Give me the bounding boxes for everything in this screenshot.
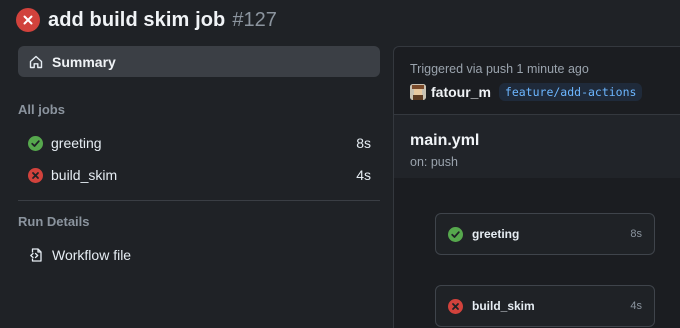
run-details-heading: Run Details: [18, 214, 90, 229]
job-name: greeting: [51, 135, 102, 151]
home-icon: [28, 54, 44, 70]
trigger-info: Triggered via push 1 minute ago: [410, 62, 589, 76]
workflow-file-icon: [28, 247, 44, 263]
actor-row: fatour_m feature/add-actions: [410, 82, 643, 102]
sidebar-divider: [18, 200, 380, 201]
workflow-header: main.yml on: push: [394, 115, 680, 178]
graph-job-build-skim[interactable]: build_skim 4s: [435, 285, 655, 327]
sidebar-item-summary[interactable]: Summary: [18, 46, 380, 77]
workflow-name: main.yml: [410, 132, 480, 149]
sidebar-item-workflow-file[interactable]: Workflow file: [18, 242, 380, 268]
job-duration: 8s: [356, 135, 371, 151]
sidebar-item-job-greeting[interactable]: greeting 8s: [18, 130, 380, 156]
graph-job-name: greeting: [472, 227, 520, 241]
workflow-trigger: on: push: [410, 155, 458, 169]
run-number: #127: [232, 8, 277, 31]
avatar[interactable]: [410, 84, 426, 100]
workflow-graph: greeting 8s build_skim 4s: [394, 179, 680, 328]
sidebar-item-label: Summary: [52, 53, 116, 70]
actor-name[interactable]: fatour_m: [431, 84, 491, 100]
check-circle-icon: [448, 226, 463, 242]
graph-job-duration: 8s: [630, 228, 642, 240]
x-circle-icon: [16, 8, 40, 32]
run-main-panel: Triggered via push 1 minute ago fatour_m…: [393, 46, 680, 328]
check-circle-icon: [28, 135, 43, 151]
job-duration: 4s: [356, 167, 371, 183]
graph-job-name: build_skim: [472, 299, 535, 313]
x-circle-icon: [448, 298, 463, 314]
job-name: build_skim: [51, 167, 118, 183]
graph-job-duration: 4s: [630, 300, 642, 312]
branch-label[interactable]: feature/add-actions: [498, 83, 643, 101]
page-title: add build skim job: [48, 8, 226, 31]
all-jobs-heading: All jobs: [18, 102, 65, 117]
workflow-file-label: Workflow file: [52, 247, 132, 263]
graph-job-greeting[interactable]: greeting 8s: [435, 213, 655, 255]
run-title-bar: add build skim job #127: [16, 6, 277, 34]
sidebar-item-job-build-skim[interactable]: build_skim 4s: [18, 162, 380, 188]
x-circle-icon: [28, 167, 43, 183]
sidebar: Summary All jobs greeting 8s build_skim …: [0, 46, 390, 328]
